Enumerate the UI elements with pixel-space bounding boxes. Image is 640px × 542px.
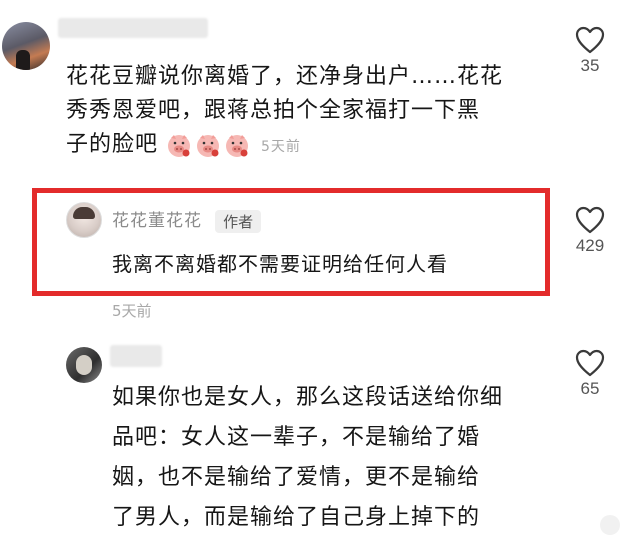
reply-text: 我离不离婚都不需要证明给任何人看 — [112, 252, 448, 276]
reply-time: 5天前 — [112, 302, 152, 320]
reply-author-name[interactable]: 花花董花花 — [112, 211, 202, 231]
comment-text: 花花豆瓣说你离婚了，还净身出户……花花 秀秀恩爱吧，跟蒋总拍个全家福打一下黑 子… — [66, 60, 576, 164]
watermark-icon — [600, 515, 620, 535]
avatar[interactable] — [66, 202, 102, 238]
comment-time: 5天前 — [261, 139, 301, 155]
author-badge: 作者 — [215, 210, 262, 233]
avatar-figure — [16, 50, 30, 70]
username-obscured[interactable] — [58, 18, 208, 38]
comment-line: 品吧：女人这一辈子，不是输给了婚 — [112, 425, 481, 450]
pig-face-emoji-icon — [166, 132, 192, 158]
avatar[interactable] — [66, 347, 102, 383]
like-count: 429 — [575, 236, 605, 255]
avatar[interactable] — [2, 22, 50, 70]
like-button[interactable]: 65 — [566, 349, 614, 399]
comment-line: 了男人，而是输给了自己身上掉下的 — [112, 505, 481, 530]
comment-item: 花花豆瓣说你离婚了，还净身出户……花花 秀秀恩爱吧，跟蒋总拍个全家福打一下黑 子… — [0, 0, 640, 185]
like-count: 35 — [580, 56, 600, 75]
reply-header: 花花董花花 作者 — [112, 206, 262, 233]
username-obscured[interactable] — [110, 345, 162, 367]
pig-face-emoji-icon — [195, 132, 221, 158]
avatar-detail — [76, 355, 92, 375]
comment-line: 花花豆瓣说你离婚了，还净身出户……花花 — [66, 64, 504, 89]
comment-line: 子的脸吧 5天前 — [66, 128, 576, 164]
comment-line-text: 子的脸吧 — [66, 132, 159, 157]
like-count: 65 — [580, 379, 600, 398]
heart-icon — [575, 26, 605, 54]
heart-icon — [575, 206, 605, 234]
comment-text: 如果你也是女人，那么这段话送给你细 品吧：女人这一辈子，不是输给了婚 姻，也不是… — [112, 381, 572, 535]
like-button[interactable]: 35 — [566, 26, 614, 76]
author-reply: 花花董花花 作者 我离不离婚都不需要证明给任何人看 5天前 429 — [0, 188, 640, 328]
like-button[interactable]: 429 — [566, 206, 614, 256]
heart-icon — [575, 349, 605, 377]
pig-face-emoji-icon — [224, 132, 250, 158]
comment-item: 如果你也是女人，那么这段话送给你细 品吧：女人这一辈子，不是输给了婚 姻，也不是… — [0, 335, 640, 542]
comment-line: 秀秀恩爱吧，跟蒋总拍个全家福打一下黑 — [66, 98, 481, 123]
comment-line: 如果你也是女人，那么这段话送给你细 — [112, 385, 504, 410]
avatar-hair — [73, 207, 95, 219]
comment-line: 姻，也不是输给了爱情，更不是输给 — [112, 465, 481, 490]
